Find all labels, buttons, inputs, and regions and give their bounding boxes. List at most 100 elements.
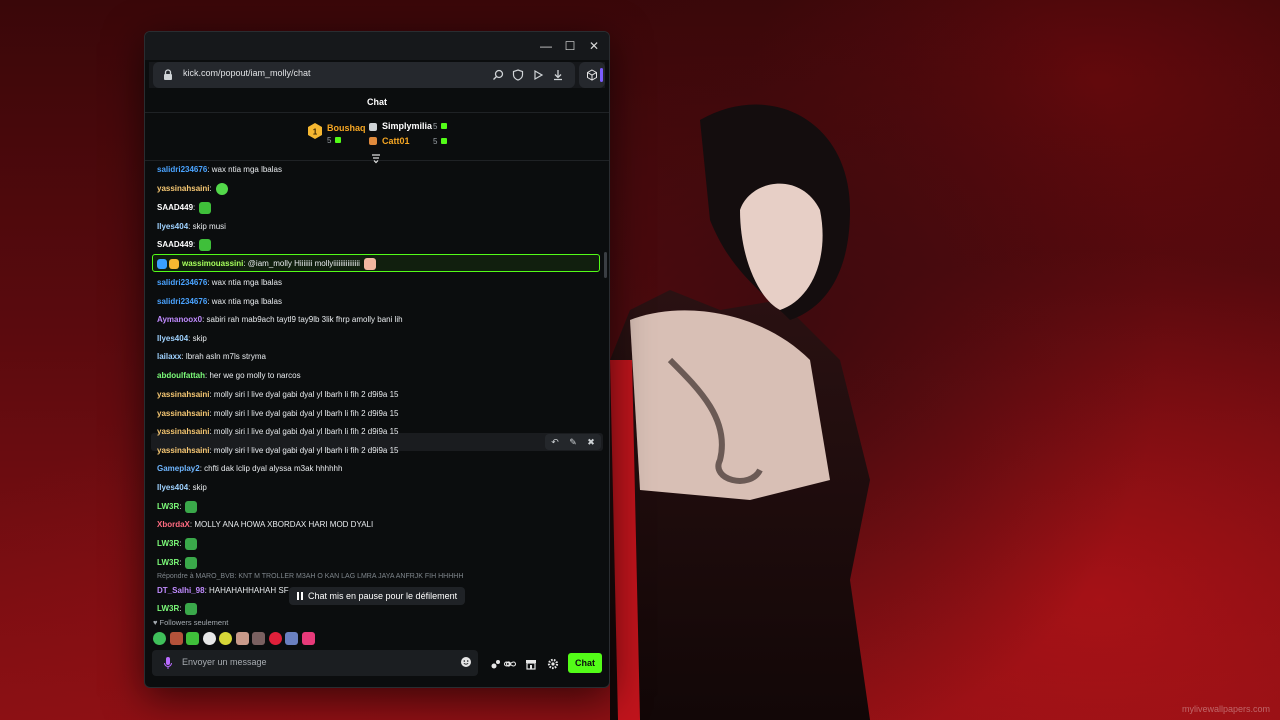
chat-username[interactable]: salidri234676 <box>157 297 207 306</box>
chat-message[interactable]: LW3R: <box>157 537 198 551</box>
chat-scrollbar[interactable] <box>604 252 607 278</box>
emote-10[interactable] <box>301 632 315 646</box>
chat-message[interactable]: Ilyes404: skip <box>157 481 207 495</box>
chat-username[interactable]: LW3R <box>157 539 179 548</box>
pepe-emote-icon <box>185 602 198 615</box>
chat-username[interactable]: wassimouassini <box>182 259 243 268</box>
chat-message-text: : skip musi <box>188 222 226 231</box>
url-text[interactable]: kick.com/popout/iam_molly/chat <box>183 68 311 78</box>
chat-message[interactable]: SAAD449: <box>157 238 212 252</box>
chat-message[interactable]: wassimouassini: @iam_molly Hiiiiiii moll… <box>157 257 376 271</box>
green-blob-emote-icon <box>215 182 228 195</box>
emoji-icon[interactable] <box>460 656 472 668</box>
chat-username[interactable]: yassinahsaini <box>157 446 209 455</box>
browser-popout-window: — ☐ ✕ kick.com/popout/iam_molly/chat Cha… <box>144 31 610 688</box>
chat-message-text: : chfti dak lclip dyal alyssa m3ak hhhhh… <box>199 464 343 473</box>
chat-username[interactable]: Ilyes404 <box>157 334 188 343</box>
message-composer[interactable]: Envoyer un message <box>152 650 478 676</box>
maximize-button[interactable]: ☐ <box>561 37 579 55</box>
chat-message[interactable]: XbordaX: MOLLY ANA HOWA XBORDAX HARI MOD… <box>157 518 373 532</box>
chat-message[interactable]: LW3R: <box>157 500 198 514</box>
chat-username[interactable]: yassinahsaini <box>157 409 209 418</box>
emote-4[interactable] <box>202 632 216 646</box>
chat-message[interactable]: salidri234676: wax ntia mga lbalas <box>157 163 282 177</box>
close-button[interactable]: ✕ <box>585 37 603 55</box>
chat-message[interactable]: salidri234676: wax ntia mga lbalas <box>157 295 282 309</box>
delete-icon[interactable]: ✖ <box>585 436 597 448</box>
kicks-points-icon[interactable] <box>490 657 504 671</box>
chat-message[interactable]: Ilyes404: skip <box>157 332 207 346</box>
emote-2[interactable] <box>169 632 183 646</box>
chat-paused-banner[interactable]: Chat mis en pause pour le défilement <box>289 587 466 605</box>
emote-7[interactable] <box>252 632 265 646</box>
leaderboard-count-3: 5 <box>433 137 438 146</box>
settings-gear-icon[interactable] <box>546 657 560 671</box>
chat-username[interactable]: Aymanoox0 <box>157 315 202 324</box>
emote-6[interactable] <box>235 632 249 646</box>
chat-username[interactable]: Gameplay2 <box>157 464 200 473</box>
chat-message[interactable]: yassinahsaini: molly siri l live dyal ga… <box>157 407 398 421</box>
emote-5[interactable] <box>219 632 232 646</box>
play-icon[interactable] <box>531 68 545 82</box>
chat-message[interactable]: yassinahsaini: <box>157 182 228 196</box>
gift-icon <box>441 123 447 129</box>
chat-message-text: : wax ntia mga lbalas <box>207 278 282 287</box>
leaderboard-name-1[interactable]: Boushaq <box>327 123 366 133</box>
chat-message[interactable]: Ilyes404: skip musi <box>157 220 226 234</box>
chat-username[interactable]: Ilyes404 <box>157 483 188 492</box>
chat-username[interactable]: SAAD449 <box>157 240 193 249</box>
chat-username[interactable]: LW3R <box>157 604 179 613</box>
chat-username[interactable]: abdoulfattah <box>157 371 205 380</box>
chat-username[interactable]: lailaxx <box>157 352 181 361</box>
minimize-button[interactable]: — <box>537 37 555 55</box>
pin-icon[interactable]: ✎ <box>567 436 579 448</box>
chat-message[interactable]: yassinahsaini: molly siri l live dyal ga… <box>157 388 398 402</box>
emote-9[interactable] <box>285 632 298 646</box>
chat-username[interactable]: Ilyes404 <box>157 222 188 231</box>
leaderboard-name-3[interactable]: Catt01 <box>382 136 410 146</box>
send-chat-button[interactable]: Chat <box>568 653 602 673</box>
chat-username[interactable]: DT_Salhi_98 <box>157 586 205 595</box>
leaderboard-name-2[interactable]: Simplymilia <box>382 121 432 131</box>
infinity-icon[interactable] <box>503 657 517 671</box>
store-icon[interactable] <box>524 657 538 671</box>
chat-message[interactable]: SAAD449: <box>157 201 212 215</box>
chat-message-text: : molly siri l live dyal gabi dyal yl lb… <box>209 409 399 418</box>
chat-message-text: : molly siri l live dyal gabi dyal yl lb… <box>209 446 399 455</box>
chat-message[interactable]: Gameplay2: chfti dak lclip dyal alyssa m… <box>157 462 342 476</box>
chat-username[interactable]: salidri234676 <box>157 278 207 287</box>
search-icon[interactable] <box>491 68 505 82</box>
chat-message[interactable]: abdoulfattah: her we go molly to narcos <box>157 369 301 383</box>
emote-8[interactable] <box>268 632 282 646</box>
url-field[interactable]: kick.com/popout/iam_molly/chat <box>153 62 575 88</box>
shield-icon[interactable] <box>511 68 525 82</box>
chat-username[interactable]: SAAD449 <box>157 203 193 212</box>
chat-message[interactable]: salidri234676: wax ntia mga lbalas <box>157 276 282 290</box>
chat-message[interactable]: LW3R: <box>157 602 198 616</box>
chat-username[interactable]: yassinahsaini <box>157 427 209 436</box>
chat-username[interactable]: yassinahsaini <box>157 184 209 193</box>
chat-message-text: : <box>179 539 182 548</box>
chat-username[interactable]: LW3R <box>157 502 179 511</box>
emote-3[interactable] <box>186 632 199 646</box>
download-icon[interactable] <box>551 68 565 82</box>
chat-username[interactable]: yassinahsaini <box>157 390 209 399</box>
lock-icon[interactable] <box>161 68 175 82</box>
extension-button[interactable] <box>579 62 605 88</box>
window-titlebar[interactable]: — ☐ ✕ <box>145 32 609 60</box>
chat-username[interactable]: XbordaX <box>157 520 190 529</box>
chat-message[interactable]: lailaxx: lbrah asln m7ls stryma <box>157 350 266 364</box>
chat-message[interactable]: Aymanoox0: sabiri rah mab9ach taytl9 tay… <box>157 313 403 327</box>
emote-1[interactable] <box>153 632 166 646</box>
reply-icon[interactable]: ↶ <box>549 436 561 448</box>
microphone-icon[interactable] <box>162 656 174 670</box>
chat-username[interactable]: salidri234676 <box>157 165 207 174</box>
leaderboard-count-2: 5 <box>433 122 438 131</box>
chat-message[interactable]: yassinahsaini: molly siri l live dyal ga… <box>157 444 398 458</box>
chat-message-list[interactable]: salidri234676: wax ntia mga lbalas yassin… <box>145 160 609 618</box>
message-input[interactable]: Envoyer un message <box>182 657 267 667</box>
chat-message[interactable]: DT_Salhi_98: HAHAHAHHAHAH SF <box>157 584 289 598</box>
chat-message[interactable]: LW3R: <box>157 556 198 570</box>
chat-username[interactable]: LW3R <box>157 558 179 567</box>
chat-message[interactable]: yassinahsaini: molly siri l live dyal ga… <box>157 425 398 439</box>
